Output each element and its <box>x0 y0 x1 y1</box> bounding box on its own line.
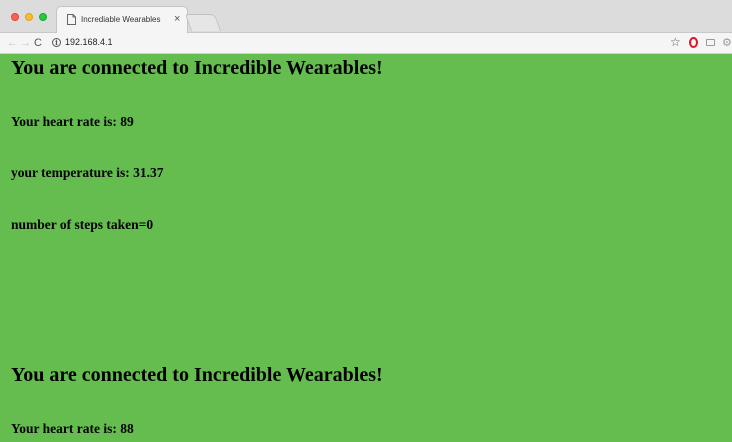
minimize-window-button[interactable] <box>25 13 33 21</box>
temperature-text: your temperature is: 31.37 <box>11 165 164 180</box>
forward-arrow-icon[interactable]: → <box>20 36 31 50</box>
heart-rate-text: Your heart rate is: 89 <box>11 114 134 129</box>
info-icon[interactable]: i <box>52 38 61 47</box>
opera-icon[interactable] <box>689 37 698 48</box>
close-window-button[interactable] <box>11 13 19 21</box>
steps-text: number of steps taken=0 <box>11 217 154 232</box>
page-icon <box>67 14 76 25</box>
tab-bar: Incrediable Wearables × <box>0 0 732 33</box>
maximize-window-button[interactable] <box>39 13 47 21</box>
star-icon[interactable]: ☆ <box>670 35 681 49</box>
browser-tab[interactable]: Incrediable Wearables × <box>56 6 188 33</box>
tab-close-icon[interactable]: × <box>174 13 180 25</box>
address-bar: ← → C i 192.168.4.1 ☆ ⚙ <box>0 33 732 54</box>
tab-title: Incrediable Wearables <box>81 15 161 24</box>
gear-icon[interactable]: ⚙ <box>722 36 732 50</box>
url-field[interactable]: 192.168.4.1 <box>65 37 113 47</box>
cast-icon[interactable] <box>706 39 715 46</box>
back-arrow-icon[interactable]: ← <box>7 36 18 50</box>
heart-rate-text: Your heart rate is: 88 <box>11 421 134 436</box>
connection-heading: You are connected to Incredible Wearable… <box>11 364 383 386</box>
reload-icon[interactable]: C <box>34 36 42 50</box>
page-content: You are connected to Incredible Wearable… <box>0 54 732 442</box>
new-tab-button[interactable] <box>184 14 222 31</box>
connection-heading: You are connected to Incredible Wearable… <box>11 57 383 79</box>
